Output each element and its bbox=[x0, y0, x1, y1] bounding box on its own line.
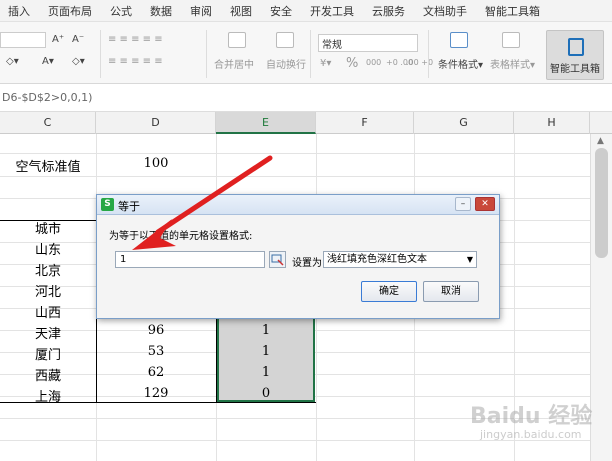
wps-logo-icon: S bbox=[101, 198, 114, 211]
menu-review[interactable]: 审阅 bbox=[190, 3, 212, 19]
conditional-format-icon bbox=[450, 32, 468, 48]
conditional-format-label: 条件格式 bbox=[438, 60, 478, 71]
cell-c5[interactable]: 山东 bbox=[0, 239, 96, 258]
column-g[interactable]: G bbox=[414, 112, 514, 134]
font-color-icon[interactable]: A▾ bbox=[42, 56, 54, 67]
watermark-url: jingyan.baidu.com bbox=[480, 428, 582, 441]
ribbon: A⁺ A⁻ ◇▾ A▾ ◇▾ ≡ ≡ ≡ ≡ ≡ ≡ ≡ ≡ ≡ ≡ 合并居中 … bbox=[0, 22, 612, 84]
toolbox-icon bbox=[568, 38, 584, 56]
cell-c7[interactable]: 河北 bbox=[0, 281, 96, 300]
minimize-icon[interactable]: – bbox=[455, 197, 471, 211]
cell-c4[interactable]: 城市 bbox=[0, 218, 96, 237]
auto-wrap-button[interactable]: 自动换行 bbox=[266, 56, 306, 71]
cell-d9[interactable]: 96 bbox=[96, 323, 216, 338]
cancel-button[interactable]: 取消 bbox=[423, 281, 479, 302]
menu-doc-assistant[interactable]: 文档助手 bbox=[423, 3, 467, 19]
cell-c9[interactable]: 天津 bbox=[0, 323, 96, 342]
set-as-label: 设置为 bbox=[292, 258, 322, 269]
column-h[interactable]: H bbox=[514, 112, 590, 134]
ok-button[interactable]: 确定 bbox=[361, 281, 417, 302]
dialog-prompt: 为等于以下值的单元格设置格式: bbox=[109, 231, 253, 242]
formula-text: D6-$D$2>0,0,1) bbox=[2, 91, 93, 104]
cell-c11[interactable]: 西藏 bbox=[0, 365, 96, 384]
currency-icon[interactable]: ¥▾ bbox=[320, 58, 331, 69]
close-icon[interactable]: ✕ bbox=[475, 197, 495, 211]
cell-d2[interactable]: 100 bbox=[96, 156, 216, 171]
decimal-decrease-button[interactable]: .00 +0 bbox=[406, 58, 433, 67]
cell-c2[interactable]: 空气标准值 bbox=[0, 156, 96, 175]
menu-smart-toolbox[interactable]: 智能工具箱 bbox=[485, 3, 540, 19]
merge-center-icon bbox=[228, 32, 246, 48]
range-select-icon[interactable] bbox=[269, 251, 286, 268]
font-size-select[interactable] bbox=[0, 32, 46, 48]
scroll-thumb[interactable] bbox=[595, 148, 608, 258]
menu-cloud[interactable]: 云服务 bbox=[372, 3, 405, 19]
vertical-scrollbar[interactable]: ▲ bbox=[590, 134, 612, 461]
dialog-titlebar[interactable]: S 等于 – ✕ bbox=[97, 195, 499, 215]
conditional-format-button[interactable]: 条件格式▾ bbox=[438, 56, 483, 71]
number-format-select[interactable]: 常规 bbox=[318, 34, 418, 52]
smart-toolbox-button[interactable]: 智能工具箱 bbox=[546, 30, 604, 80]
thousand-separator-button[interactable]: 000 bbox=[366, 58, 381, 67]
font-grow-button[interactable]: A⁺ bbox=[52, 34, 64, 45]
grid-line bbox=[0, 176, 590, 177]
cell-e9[interactable]: 1 bbox=[216, 323, 316, 338]
ribbon-separator bbox=[310, 30, 311, 78]
menu-formula[interactable]: 公式 bbox=[110, 3, 132, 19]
font-shrink-button[interactable]: A⁻ bbox=[72, 34, 84, 45]
merge-center-button[interactable]: 合并居中 bbox=[214, 56, 254, 71]
menu-insert[interactable]: 插入 bbox=[8, 3, 30, 19]
menu-page-layout[interactable]: 页面布局 bbox=[48, 3, 92, 19]
grid-line bbox=[0, 153, 590, 154]
cell-d10[interactable]: 53 bbox=[96, 344, 216, 359]
formula-bar[interactable]: D6-$D$2>0,0,1) bbox=[0, 84, 612, 112]
auto-wrap-icon bbox=[276, 32, 294, 48]
cell-c6[interactable]: 北京 bbox=[0, 260, 96, 279]
column-d[interactable]: D bbox=[96, 112, 216, 134]
table-style-icon bbox=[502, 32, 520, 48]
cell-e12[interactable]: 0 bbox=[216, 386, 316, 401]
menu-view[interactable]: 视图 bbox=[230, 3, 252, 19]
menu-developer[interactable]: 开发工具 bbox=[310, 3, 354, 19]
cell-e11[interactable]: 1 bbox=[216, 365, 316, 380]
value-input[interactable]: 1 bbox=[115, 251, 265, 268]
align-top-icon[interactable]: ≡ ≡ ≡ ≡ ≡ bbox=[108, 34, 163, 45]
cell-c8[interactable]: 山西 bbox=[0, 302, 96, 321]
table-style-button[interactable]: 表格样式▾ bbox=[490, 56, 535, 71]
column-f[interactable]: F bbox=[316, 112, 414, 134]
format-select[interactable]: 浅红填充色深红色文本 ▼ bbox=[323, 251, 477, 268]
column-header: C D E F G H bbox=[0, 112, 612, 134]
format-select-value: 浅红填充色深红色文本 bbox=[327, 254, 427, 265]
fill-color-icon[interactable]: ◇▾ bbox=[6, 56, 19, 67]
ribbon-separator bbox=[428, 30, 429, 78]
ribbon-separator bbox=[206, 30, 207, 78]
menu-bar: 插入 页面布局 公式 数据 审阅 视图 安全 开发工具 云服务 文档助手 智能工… bbox=[0, 0, 612, 22]
smart-toolbox-label: 智能工具箱 bbox=[550, 64, 600, 75]
column-e[interactable]: E bbox=[216, 112, 316, 134]
table-style-label: 表格样式 bbox=[490, 60, 530, 71]
column-c[interactable]: C bbox=[0, 112, 96, 134]
menu-data[interactable]: 数据 bbox=[150, 3, 172, 19]
range-select-glyph bbox=[271, 254, 284, 266]
chevron-down-icon: ▼ bbox=[466, 255, 473, 264]
cell-d12[interactable]: 129 bbox=[96, 386, 216, 401]
scroll-up-icon[interactable]: ▲ bbox=[597, 136, 604, 146]
clear-format-icon[interactable]: ◇▾ bbox=[72, 56, 85, 67]
cell-c10[interactable]: 厦门 bbox=[0, 344, 96, 363]
cell-e10[interactable]: 1 bbox=[216, 344, 316, 359]
equal-to-dialog: S 等于 – ✕ 为等于以下值的单元格设置格式: 1 设置为 浅红填充色深红色文… bbox=[96, 194, 500, 319]
watermark: Baidu 经验 bbox=[470, 404, 593, 429]
dialog-title: 等于 bbox=[118, 200, 140, 213]
cell-c12[interactable]: 上海 bbox=[0, 386, 96, 405]
menu-security[interactable]: 安全 bbox=[270, 3, 292, 19]
ribbon-separator bbox=[100, 30, 101, 78]
align-left-icon[interactable]: ≡ ≡ ≡ ≡ ≡ bbox=[108, 56, 163, 67]
cell-d11[interactable]: 62 bbox=[96, 365, 216, 380]
percent-button[interactable]: % bbox=[346, 56, 358, 71]
